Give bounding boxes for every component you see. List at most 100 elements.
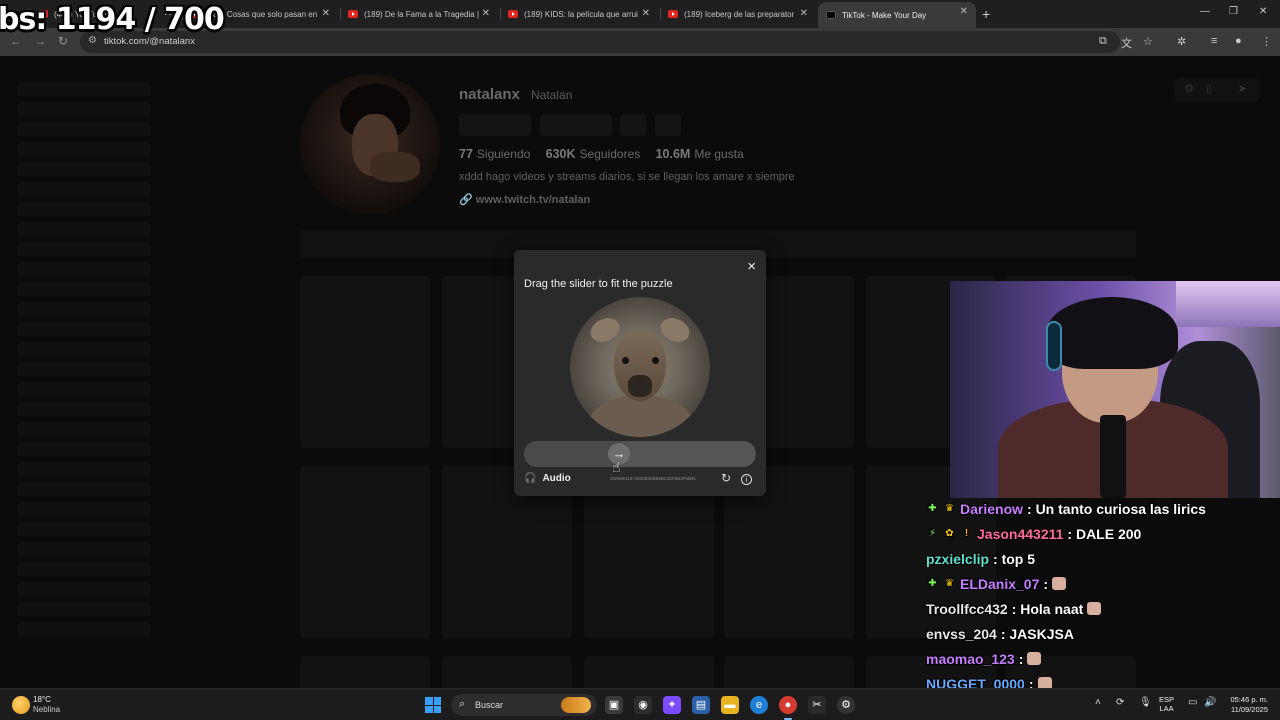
chat-message: ⚡ ✿! Jason443211: DALE 200 [926, 521, 1280, 546]
extensions-icon[interactable]: ✲ [1177, 35, 1186, 48]
tab-iceberg[interactable]: (189) Iceberg de las preparator ✕ [660, 4, 816, 24]
webcam-shelf [1176, 281, 1280, 327]
sidebar-placeholder [18, 542, 150, 556]
chat-badge-icon: ⚡ [928, 528, 937, 539]
store-icon[interactable]: ▤ [692, 696, 710, 714]
chat-message: ✚ ♛ ELDanix_07: [926, 571, 1280, 596]
sub-goal-counter: bs: 1194 / 700 [0, 2, 225, 37]
sidebar-placeholder [18, 562, 150, 576]
sidebar-placeholder [18, 282, 150, 296]
input-language[interactable]: ESP LAA [1159, 695, 1174, 713]
tab-kids[interactable]: (189) KIDS: la película que arrui ✕ [500, 4, 658, 24]
chat-username: Darienow [960, 500, 1024, 517]
close-tab-icon[interactable]: ✕ [642, 8, 650, 19]
address-bar[interactable]: ⚙ tiktok.com/@natalanx [80, 31, 1120, 53]
chat-username: pzxielclip [926, 550, 990, 567]
sidebar-placeholder [18, 102, 150, 116]
video-tile[interactable] [442, 656, 572, 688]
follow-button[interactable] [459, 114, 531, 136]
clock-time: 05:46 p. m. [1230, 695, 1268, 704]
info-icon[interactable]: i [741, 474, 752, 485]
sync-icon[interactable]: ⟳ [1116, 697, 1124, 708]
close-icon[interactable]: × [747, 258, 756, 275]
headset-icon [1046, 321, 1062, 371]
more-icon[interactable]: ➤ [1238, 82, 1247, 95]
profile-avatar-icon[interactable]: ● [1235, 35, 1242, 47]
message-button[interactable] [540, 114, 612, 136]
deer-ear [656, 313, 694, 347]
capcut-icon[interactable]: ✂ [808, 696, 826, 714]
puzzle-image [570, 297, 710, 437]
webcam-streamer-hair [1046, 297, 1178, 369]
captcha-slider[interactable]: → [524, 441, 756, 467]
show-hidden-icons[interactable]: ˄ [1095, 697, 1101, 708]
chrome-icon[interactable]: ● [779, 696, 797, 720]
menu-kebab-icon[interactable]: ⋮ [1261, 35, 1272, 48]
audio-button[interactable]: 🎧 Audio [524, 473, 571, 484]
restore-icon[interactable]: ❐ [1229, 6, 1238, 17]
obs-icon[interactable]: ◉ [634, 696, 652, 714]
close-tab-icon[interactable]: ✕ [322, 8, 330, 19]
sidebar-placeholder [18, 402, 150, 416]
settings-icon[interactable]: ⚙ [1184, 82, 1194, 95]
start-windows-icon[interactable] [425, 697, 441, 713]
profile-nickname: Natalan [531, 88, 573, 102]
file-explorer-icon[interactable]: ▬ [721, 696, 739, 714]
captcha-title: Drag the slider to fit the puzzle [524, 278, 673, 290]
sidebar-placeholder [18, 162, 150, 176]
suggested-accounts-button[interactable] [620, 114, 646, 136]
copilot-icon[interactable]: ✦ [663, 696, 681, 714]
volume-icon[interactable]: 🔊 [1204, 697, 1216, 708]
video-tile[interactable] [584, 656, 714, 688]
taskbar-search[interactable]: ⌕ Buscar [451, 694, 597, 716]
deer-ear [586, 313, 624, 347]
headphones-icon: 🎧 [524, 473, 537, 484]
sidebar-placeholder [18, 202, 150, 216]
deer-eye [622, 357, 629, 364]
translate-icon[interactable]: 文 [1121, 35, 1132, 51]
sidebar-placeholder [18, 582, 150, 596]
more-options-button[interactable] [655, 114, 681, 136]
reading-list-icon[interactable]: ≡ [1211, 35, 1217, 47]
webcam-overlay [950, 281, 1280, 498]
profile-link[interactable]: 🔗 www.twitch.tv/natalan [459, 193, 590, 206]
close-tab-icon[interactable]: ✕ [960, 6, 968, 17]
deer-snout [628, 375, 652, 397]
sidebar-placeholder [18, 302, 150, 316]
url-text: tiktok.com/@natalanx [104, 36, 195, 47]
minimize-icon[interactable]: — [1200, 6, 1210, 17]
video-tile[interactable] [300, 656, 430, 688]
weather-icon[interactable] [12, 696, 30, 714]
tab-title: (189) De la Fama a la Tragedia | [364, 9, 480, 19]
share-icon[interactable]: ▯ [1206, 82, 1212, 95]
edge-icon[interactable]: e [750, 696, 768, 714]
sidebar-placeholder [18, 222, 150, 236]
network-icon[interactable]: ▭ [1188, 697, 1197, 708]
stream-chat-overlay: ✚ ♛ Darienow: Un tanto curiosa las lirics ⚡… [926, 496, 1280, 696]
close-tab-icon[interactable]: ✕ [482, 8, 490, 19]
tab-tiktok[interactable]: TikTok - Make Your Day ✕ [818, 2, 976, 28]
close-tab-icon[interactable]: ✕ [800, 8, 808, 19]
profile-bio: xddd hago videos y streams diarios, si s… [459, 171, 795, 183]
chat-badge-icon: ✚ [928, 503, 937, 514]
video-tile[interactable] [724, 656, 854, 688]
steam-icon[interactable]: ⚙ [837, 696, 855, 714]
chat-username: ELDanix_07 [960, 575, 1040, 592]
likes-count: 10.6M [655, 147, 691, 161]
video-tile[interactable] [300, 466, 430, 638]
tab-fama[interactable]: (189) De la Fama a la Tragedia | ✕ [340, 4, 498, 24]
new-tab-button[interactable]: + [982, 6, 990, 22]
chat-text: : [1018, 650, 1024, 667]
video-tile[interactable] [300, 276, 430, 448]
task-view-icon[interactable]: ▣ [605, 696, 623, 714]
bookmark-star-icon[interactable]: ☆ [1143, 35, 1153, 48]
system-clock[interactable]: 05:46 p. m. 11/09/2025 [1224, 695, 1268, 715]
refresh-icon[interactable]: ↻ [721, 471, 731, 485]
following-label: Siguiendo [476, 147, 531, 161]
mic-tray-icon[interactable]: 🎙 [1139, 697, 1152, 708]
profile-avatar[interactable] [300, 74, 440, 214]
close-window-icon[interactable]: ✕ [1259, 6, 1267, 17]
install-app-icon[interactable]: ⧉ [1099, 35, 1107, 48]
hand-cursor-icon: ☝ [612, 459, 621, 475]
tiktok-icon [826, 11, 836, 19]
